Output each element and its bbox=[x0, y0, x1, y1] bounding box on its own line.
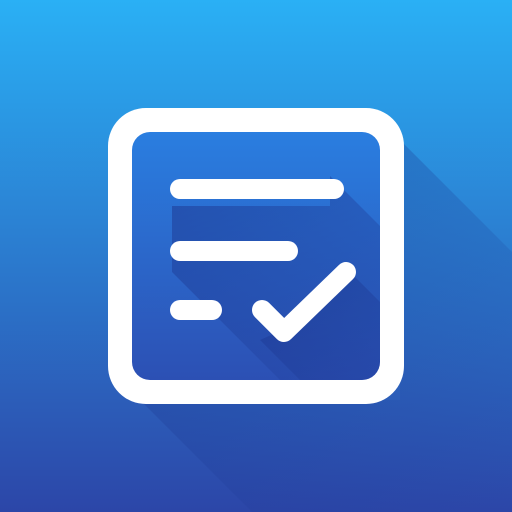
app-icon bbox=[0, 0, 512, 512]
checklist-app-icon bbox=[0, 0, 512, 512]
